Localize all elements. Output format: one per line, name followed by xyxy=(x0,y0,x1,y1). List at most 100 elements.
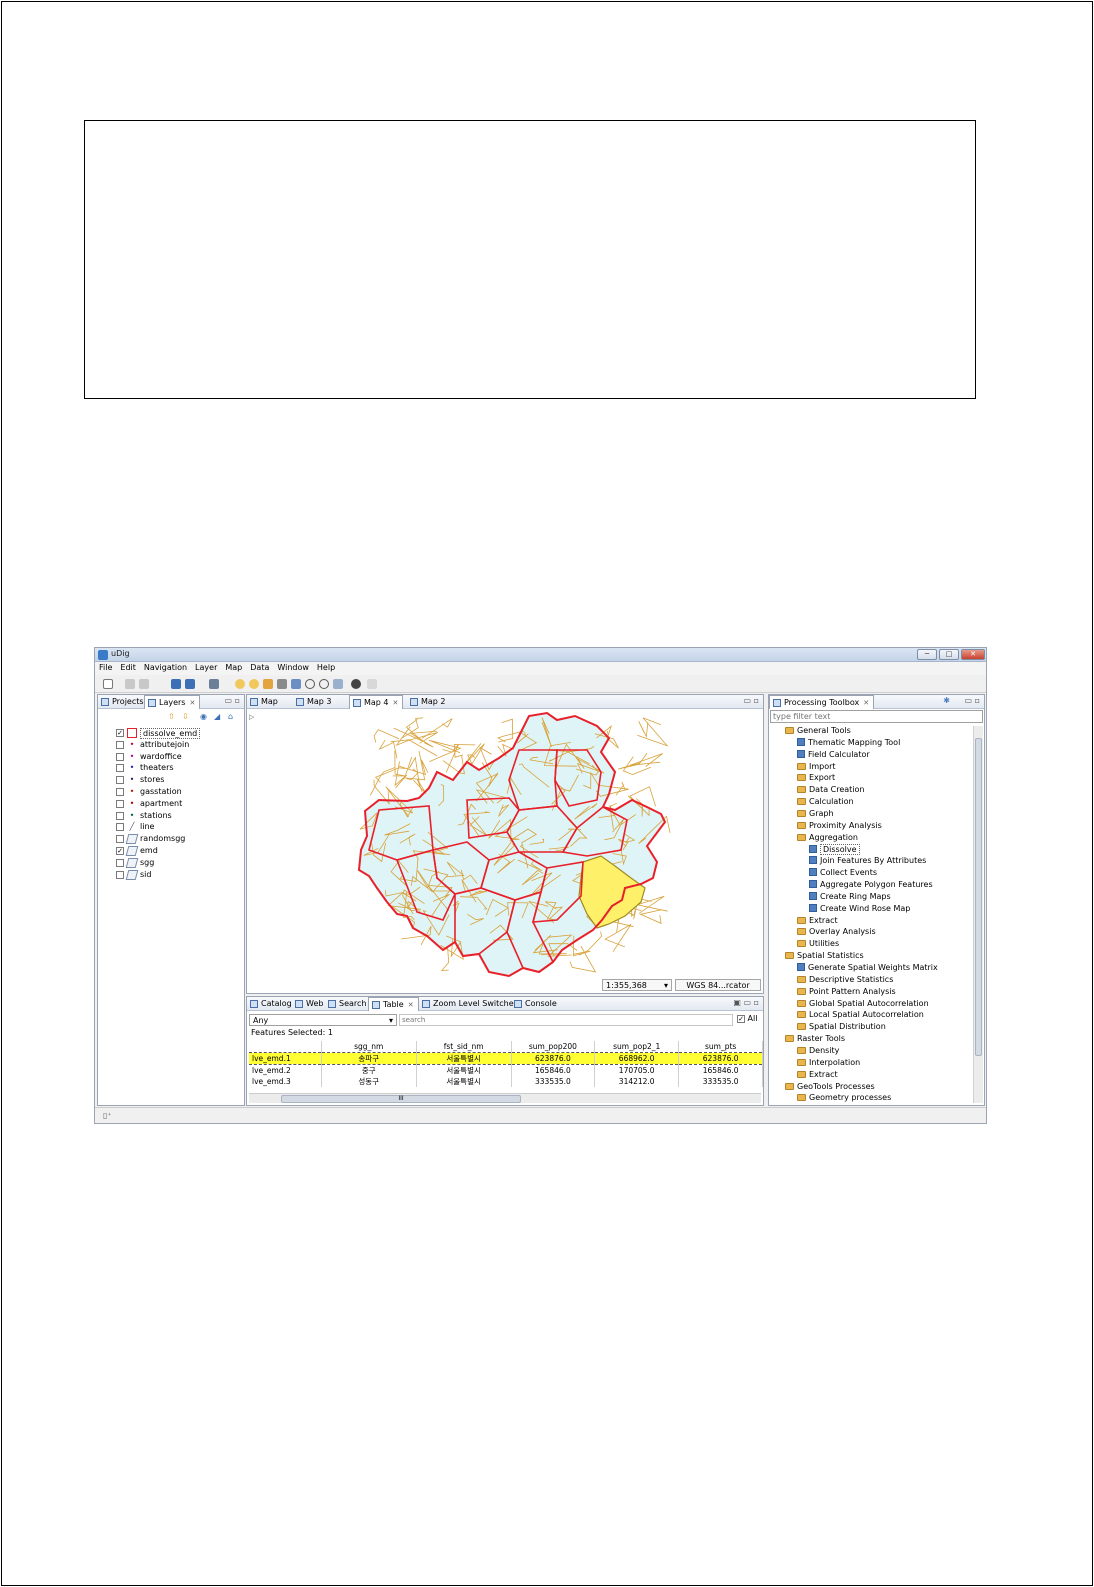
table-row[interactable]: lve_emd.2 중구 서울특별시 165846.0 170705.0 165846.0 xyxy=(249,1064,763,1076)
horizontal-scrollbar[interactable]: III xyxy=(249,1093,761,1103)
expand-arrow-icon[interactable]: ▷ xyxy=(249,713,254,721)
add-layer-icon[interactable]: ◉ xyxy=(200,712,207,721)
column-header[interactable]: fst_sid_nm xyxy=(416,1041,512,1052)
settings-icon[interactable]: ✱ xyxy=(943,696,950,705)
tab-table[interactable]: Table ✕ xyxy=(368,997,419,1011)
layer-checkbox[interactable] xyxy=(116,740,124,749)
tab-console[interactable]: Console xyxy=(511,997,561,1011)
toolbox-category[interactable]: Utilities xyxy=(797,939,839,951)
toolbox-tool[interactable]: Collect Events xyxy=(809,868,877,880)
zoom-extent-icon[interactable] xyxy=(291,679,301,689)
tab-map[interactable]: Map xyxy=(247,695,282,709)
layer-checkbox[interactable] xyxy=(116,788,124,796)
column-header[interactable]: sgg_nm xyxy=(321,1041,417,1052)
column-header[interactable]: sum_pop2_1 xyxy=(594,1041,680,1052)
edit-pencil-icon[interactable] xyxy=(367,679,377,689)
panel-min-max-icon[interactable]: ▣ ▭ ▫ xyxy=(733,998,759,1007)
minimize-button[interactable]: ─ xyxy=(917,649,937,660)
export-icon[interactable] xyxy=(185,679,195,689)
table-row[interactable]: lve_emd.1 송파구 서울특별시 623876.0 668962.0 623876.… xyxy=(249,1051,763,1065)
layer-checkbox[interactable] xyxy=(116,823,124,832)
toolbox-category[interactable]: Descriptive Statistics xyxy=(797,975,893,987)
panel-min-max-icon[interactable]: ▭ ▫ xyxy=(743,696,759,705)
column-header[interactable]: sum_pop200 xyxy=(511,1041,596,1052)
tab-processing-toolbox[interactable]: Processing Toolbox ✕ xyxy=(769,695,875,709)
tab-map-2[interactable]: Map 2 xyxy=(407,695,450,709)
tab-search[interactable]: Search xyxy=(325,997,370,1011)
panel-min-max-icon[interactable]: ▭ ▫ xyxy=(224,696,240,705)
info-icon[interactable] xyxy=(351,679,361,689)
forward-arrow-icon[interactable] xyxy=(249,679,259,689)
seoul-district-map[interactable] xyxy=(257,710,764,978)
maximize-button[interactable]: □ xyxy=(939,649,959,660)
toolbox-tool[interactable]: Field Calculator xyxy=(797,749,870,762)
table-search-input[interactable] xyxy=(399,1014,733,1026)
toolbox-category[interactable]: Geometry processes xyxy=(797,1093,891,1105)
select-icon[interactable] xyxy=(333,679,343,689)
toolbox-tool[interactable]: Thematic Mapping Tool xyxy=(797,737,900,750)
zoom-in-icon[interactable] xyxy=(305,679,315,689)
toolbox-category[interactable]: GeoTools Processes xyxy=(785,1082,875,1094)
table-row[interactable]: lve_emd.3 성동구 서울특별시 333535.0 314212.0 333535.… xyxy=(249,1075,763,1087)
zoom-out-icon[interactable] xyxy=(319,679,329,689)
save-all-icon[interactable] xyxy=(139,679,149,689)
style-icon[interactable]: ◢ xyxy=(214,712,220,721)
properties-icon[interactable]: ⌂ xyxy=(228,712,233,721)
tab-map-3[interactable]: Map 3 xyxy=(293,695,336,709)
layer-checkbox[interactable] xyxy=(116,752,124,761)
close-button[interactable]: ✕ xyxy=(961,649,985,660)
tab-zoom-level-switcher[interactable]: Zoom Level Switcher xyxy=(419,997,521,1011)
menu-data[interactable]: Data xyxy=(246,662,273,672)
toolbox-category[interactable]: Proximity Analysis xyxy=(797,821,882,833)
toolbox-category[interactable]: Point Pattern Analysis xyxy=(797,987,896,999)
toolbox-category[interactable]: Global Spatial Autocorrelation xyxy=(797,999,929,1011)
close-icon[interactable]: ✕ xyxy=(393,699,399,707)
layer-checkbox[interactable]: ✓ xyxy=(116,847,124,855)
layer-checkbox[interactable] xyxy=(116,858,124,867)
save-icon[interactable] xyxy=(125,679,135,689)
toolbox-tool[interactable]: Create Wind Rose Map xyxy=(809,903,910,916)
menu-navigation[interactable]: Navigation xyxy=(140,662,191,672)
tab-catalog[interactable]: Catalog xyxy=(247,997,296,1011)
pan-icon[interactable] xyxy=(263,679,273,689)
tab-projects[interactable]: Projects xyxy=(98,695,148,709)
toolbox-filter-input[interactable] xyxy=(770,710,983,723)
tab-map-4[interactable]: Map 4 ✕ xyxy=(349,695,404,709)
layer-checkbox[interactable] xyxy=(116,776,124,785)
layer-checkbox[interactable] xyxy=(116,870,124,879)
column-header[interactable]: sum_pts xyxy=(678,1041,763,1052)
tab-layers[interactable]: Layers ✕ xyxy=(144,695,201,709)
panel-min-max-icon[interactable]: ▭ ▫ xyxy=(964,696,980,705)
layer-checkbox[interactable] xyxy=(116,835,124,844)
menu-map[interactable]: Map xyxy=(221,662,246,672)
toolbox-tool[interactable]: Generate Spatial Weights Matrix xyxy=(797,963,938,975)
move-down-icon[interactable]: ⇩ xyxy=(182,712,189,721)
toolbox-category[interactable]: Data Creation xyxy=(797,785,865,797)
print-icon[interactable] xyxy=(209,679,219,689)
toolbox-category[interactable]: Overlay Analysis xyxy=(797,927,876,939)
close-icon[interactable]: ✕ xyxy=(189,699,195,707)
new-icon[interactable] xyxy=(103,679,113,689)
filter-select[interactable]: Any ▾ xyxy=(249,1014,397,1026)
map-canvas[interactable] xyxy=(257,710,764,978)
toolbox-category[interactable]: Interpolation xyxy=(797,1058,860,1070)
scale-selector[interactable]: 1:355,368 ▾ xyxy=(602,979,672,991)
menu-window[interactable]: Window xyxy=(273,662,313,672)
fast-view-icon[interactable]: ▯⁺ xyxy=(103,1111,112,1120)
toolbox-tool[interactable]: Create Ring Maps xyxy=(809,891,891,904)
all-checkbox[interactable]: ✓ All xyxy=(737,1014,757,1023)
vertical-scrollbar[interactable] xyxy=(973,726,983,1103)
menu-layer[interactable]: Layer xyxy=(191,662,221,672)
toolbox-category[interactable]: Import xyxy=(797,762,836,774)
back-arrow-icon[interactable] xyxy=(235,679,245,689)
toolbox-category[interactable]: Spatial Distribution xyxy=(797,1022,886,1034)
toolbox-category[interactable]: Extract xyxy=(797,1070,838,1082)
layer-checkbox[interactable]: ✓ xyxy=(116,729,124,737)
menu-edit[interactable]: Edit xyxy=(116,662,140,672)
column-header[interactable] xyxy=(249,1041,322,1052)
toolbox-category[interactable]: Density xyxy=(797,1046,839,1058)
toolbox-tool[interactable]: Join Features By Attributes xyxy=(809,856,926,868)
toolbox-category[interactable]: General Tools xyxy=(785,726,851,738)
toolbox-category[interactable]: Graph xyxy=(797,809,834,821)
menu-file[interactable]: File xyxy=(95,662,116,672)
